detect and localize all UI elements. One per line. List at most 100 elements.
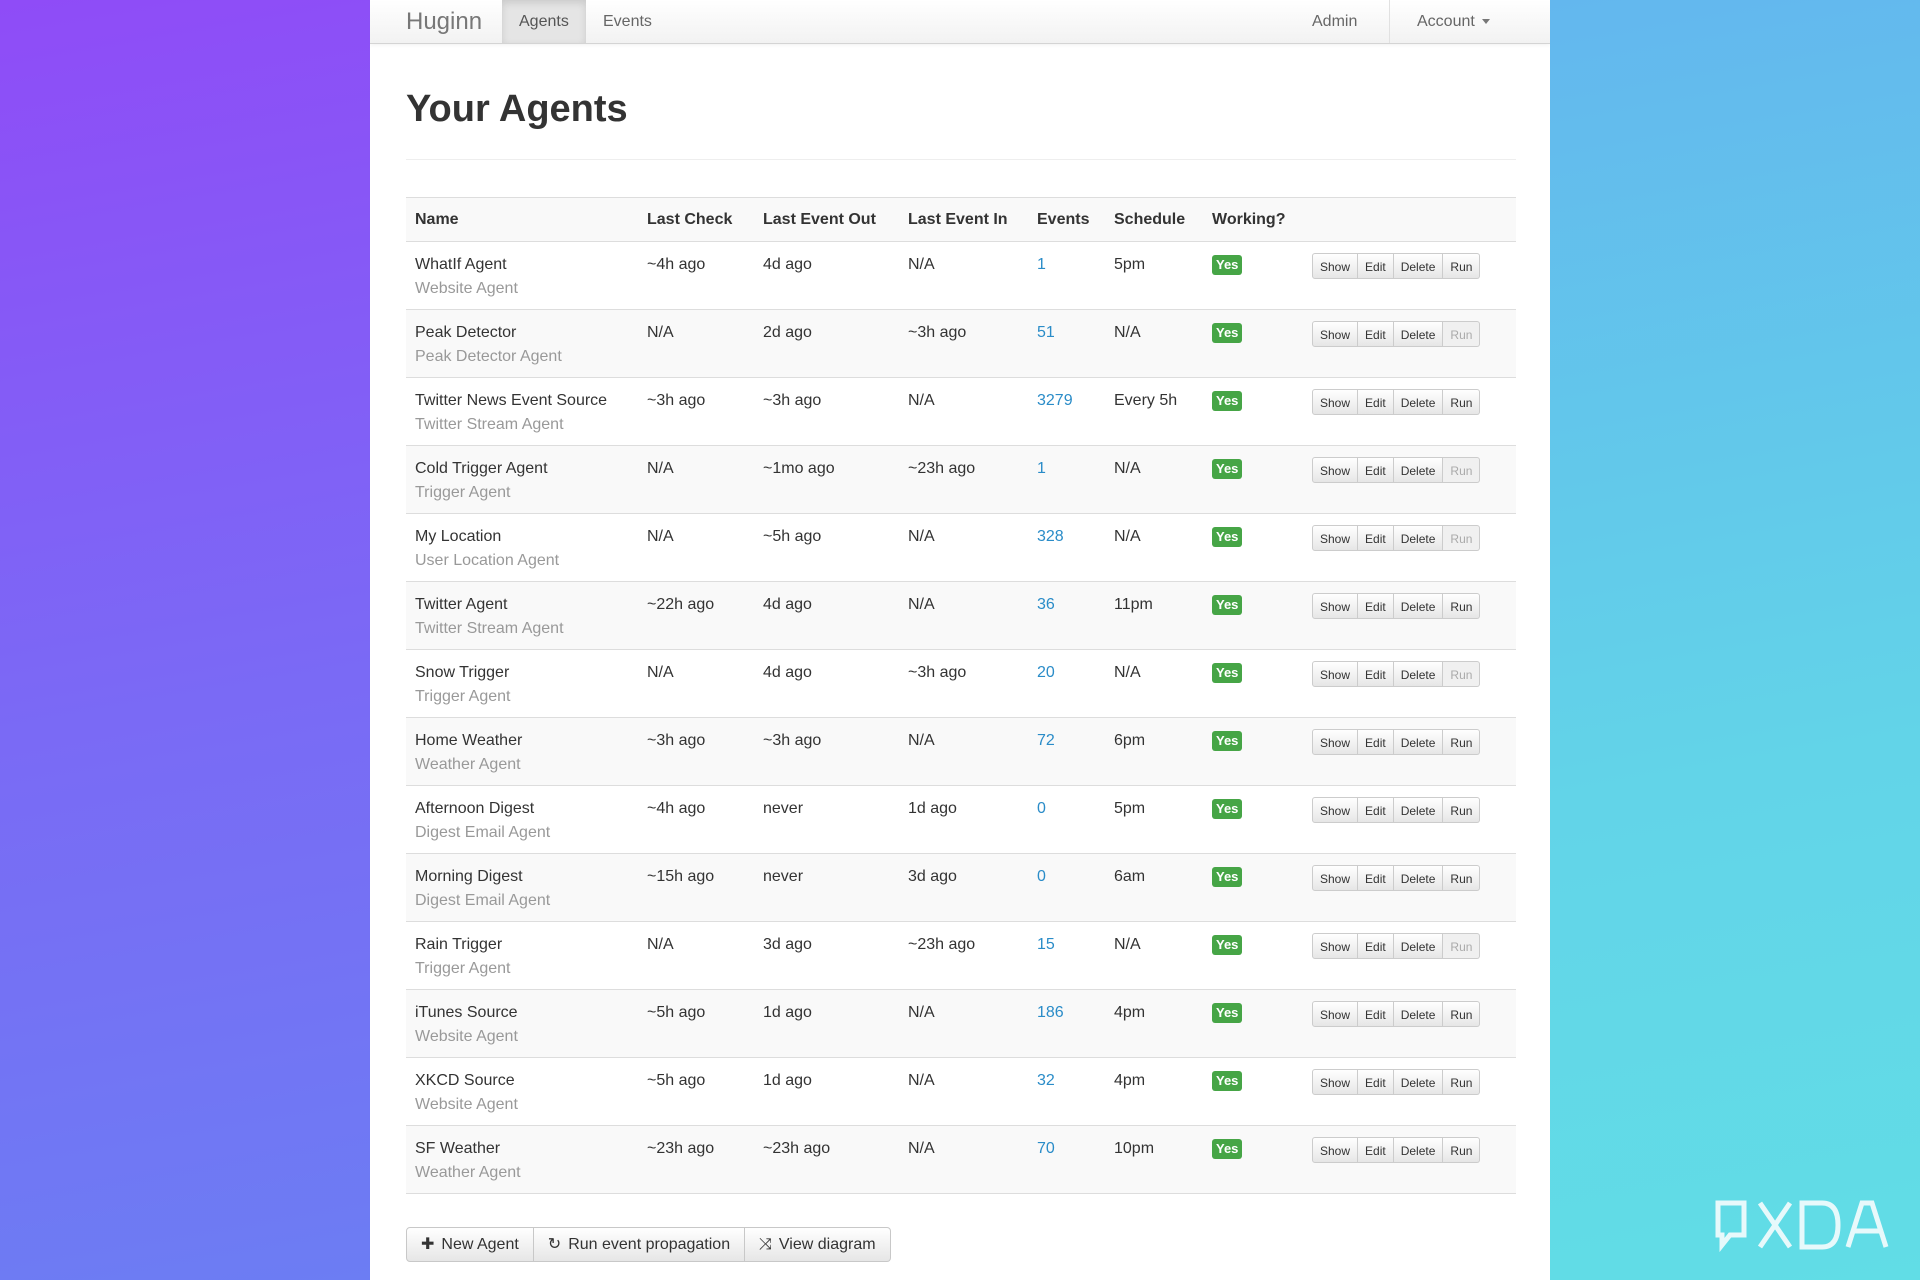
events-count-link[interactable]: 72	[1037, 731, 1055, 751]
events-count-link[interactable]: 20	[1037, 663, 1055, 683]
nav-admin[interactable]: Admin	[1295, 0, 1374, 43]
delete-button[interactable]: Delete	[1393, 729, 1444, 755]
delete-button[interactable]: Delete	[1393, 389, 1444, 415]
edit-button[interactable]: Edit	[1358, 253, 1394, 279]
edit-button[interactable]: Edit	[1358, 797, 1394, 823]
edit-button[interactable]: Edit	[1358, 1001, 1394, 1027]
delete-button[interactable]: Delete	[1393, 865, 1444, 891]
agent-name[interactable]: My Location	[415, 527, 501, 547]
run-button[interactable]: Run	[1443, 729, 1481, 755]
agent-name[interactable]: WhatIf Agent	[415, 255, 507, 275]
run-button[interactable]: Run	[1443, 933, 1481, 959]
events-count-link[interactable]: 15	[1037, 935, 1055, 955]
edit-button[interactable]: Edit	[1358, 933, 1394, 959]
run-button[interactable]: Run	[1443, 1137, 1481, 1163]
show-button[interactable]: Show	[1312, 1137, 1359, 1163]
events-count-link[interactable]: 51	[1037, 323, 1055, 343]
agent-name[interactable]: iTunes Source	[415, 1003, 518, 1023]
run-button[interactable]: Run	[1443, 1001, 1481, 1027]
show-button[interactable]: Show	[1312, 593, 1359, 619]
brand-logo[interactable]: Huginn	[406, 0, 482, 43]
agent-name[interactable]: Rain Trigger	[415, 935, 502, 955]
events-count-link[interactable]: 1	[1037, 459, 1046, 479]
edit-button[interactable]: Edit	[1358, 1137, 1394, 1163]
show-button[interactable]: Show	[1312, 729, 1359, 755]
show-button[interactable]: Show	[1312, 933, 1359, 959]
agent-name[interactable]: Morning Digest	[415, 867, 523, 887]
events-count-link[interactable]: 36	[1037, 595, 1055, 615]
edit-button[interactable]: Edit	[1358, 321, 1394, 347]
tab-agents[interactable]: Agents	[502, 0, 586, 43]
events-count-link[interactable]: 70	[1037, 1139, 1055, 1159]
run-event-propagation-button[interactable]: ↻ Run event propagation	[533, 1227, 746, 1262]
run-button[interactable]: Run	[1443, 1069, 1481, 1095]
show-button[interactable]: Show	[1312, 1001, 1359, 1027]
run-button[interactable]: Run	[1443, 593, 1481, 619]
agent-name[interactable]: Peak Detector	[415, 323, 516, 343]
edit-button[interactable]: Edit	[1358, 457, 1394, 483]
run-button[interactable]: Run	[1443, 525, 1481, 551]
edit-button[interactable]: Edit	[1358, 1069, 1394, 1095]
edit-button[interactable]: Edit	[1358, 389, 1394, 415]
delete-button[interactable]: Delete	[1393, 593, 1444, 619]
run-button[interactable]: Run	[1443, 797, 1481, 823]
delete-button[interactable]: Delete	[1393, 661, 1444, 687]
run-button[interactable]: Run	[1443, 865, 1481, 891]
delete-button[interactable]: Delete	[1393, 933, 1444, 959]
events-count-link[interactable]: 328	[1037, 527, 1064, 547]
delete-button[interactable]: Delete	[1393, 253, 1444, 279]
show-button[interactable]: Show	[1312, 321, 1359, 347]
delete-button[interactable]: Delete	[1393, 457, 1444, 483]
agent-name[interactable]: Twitter News Event Source	[415, 391, 607, 411]
delete-button[interactable]: Delete	[1393, 1137, 1444, 1163]
edit-button[interactable]: Edit	[1358, 593, 1394, 619]
delete-button[interactable]: Delete	[1393, 797, 1444, 823]
run-button[interactable]: Run	[1443, 253, 1481, 279]
new-agent-label: New Agent	[441, 1236, 519, 1253]
run-button[interactable]: Run	[1443, 389, 1481, 415]
events-count-link[interactable]: 3279	[1037, 391, 1073, 411]
schedule: 5pm	[1114, 800, 1146, 817]
agent-name[interactable]: XKCD Source	[415, 1071, 515, 1091]
agent-name[interactable]: Cold Trigger Agent	[415, 459, 548, 479]
delete-button[interactable]: Delete	[1393, 321, 1444, 347]
agent-name[interactable]: Snow Trigger	[415, 663, 509, 683]
last-check: ~3h ago	[647, 732, 706, 749]
edit-button[interactable]: Edit	[1358, 661, 1394, 687]
show-button[interactable]: Show	[1312, 661, 1359, 687]
edit-button[interactable]: Edit	[1358, 729, 1394, 755]
edit-button[interactable]: Edit	[1358, 525, 1394, 551]
show-button[interactable]: Show	[1312, 457, 1359, 483]
show-button[interactable]: Show	[1312, 253, 1359, 279]
agent-name[interactable]: SF Weather	[415, 1139, 500, 1159]
show-button[interactable]: Show	[1312, 865, 1359, 891]
delete-button[interactable]: Delete	[1393, 1069, 1444, 1095]
agent-name[interactable]: Home Weather	[415, 731, 522, 751]
delete-button[interactable]: Delete	[1393, 1001, 1444, 1027]
agent-name[interactable]: Afternoon Digest	[415, 799, 534, 819]
run-button[interactable]: Run	[1443, 457, 1481, 483]
show-button[interactable]: Show	[1312, 525, 1359, 551]
events-count-link[interactable]: 0	[1037, 867, 1046, 887]
last-event-out: ~5h ago	[763, 528, 822, 545]
events-count-link[interactable]: 186	[1037, 1003, 1064, 1023]
show-button[interactable]: Show	[1312, 389, 1359, 415]
events-count-link[interactable]: 1	[1037, 255, 1046, 275]
view-diagram-button[interactable]: ⤨ View diagram	[745, 1227, 891, 1262]
agent-type: Website Agent	[415, 1028, 518, 1045]
show-button[interactable]: Show	[1312, 1069, 1359, 1095]
tab-events[interactable]: Events	[586, 0, 669, 43]
edit-button[interactable]: Edit	[1358, 865, 1394, 891]
run-button[interactable]: Run	[1443, 321, 1481, 347]
nav-account-dropdown[interactable]: Account	[1400, 0, 1507, 43]
events-count-link[interactable]: 32	[1037, 1071, 1055, 1091]
last-event-out: 1d ago	[763, 1072, 812, 1089]
delete-button[interactable]: Delete	[1393, 525, 1444, 551]
show-button[interactable]: Show	[1312, 797, 1359, 823]
agent-name[interactable]: Twitter Agent	[415, 595, 508, 615]
new-agent-button[interactable]: ✚ New Agent	[406, 1227, 534, 1262]
run-button[interactable]: Run	[1443, 661, 1481, 687]
agents-table: Name Last Check Last Event Out Last Even…	[406, 197, 1516, 1194]
events-count-link[interactable]: 0	[1037, 799, 1046, 819]
last-check: N/A	[647, 664, 674, 681]
